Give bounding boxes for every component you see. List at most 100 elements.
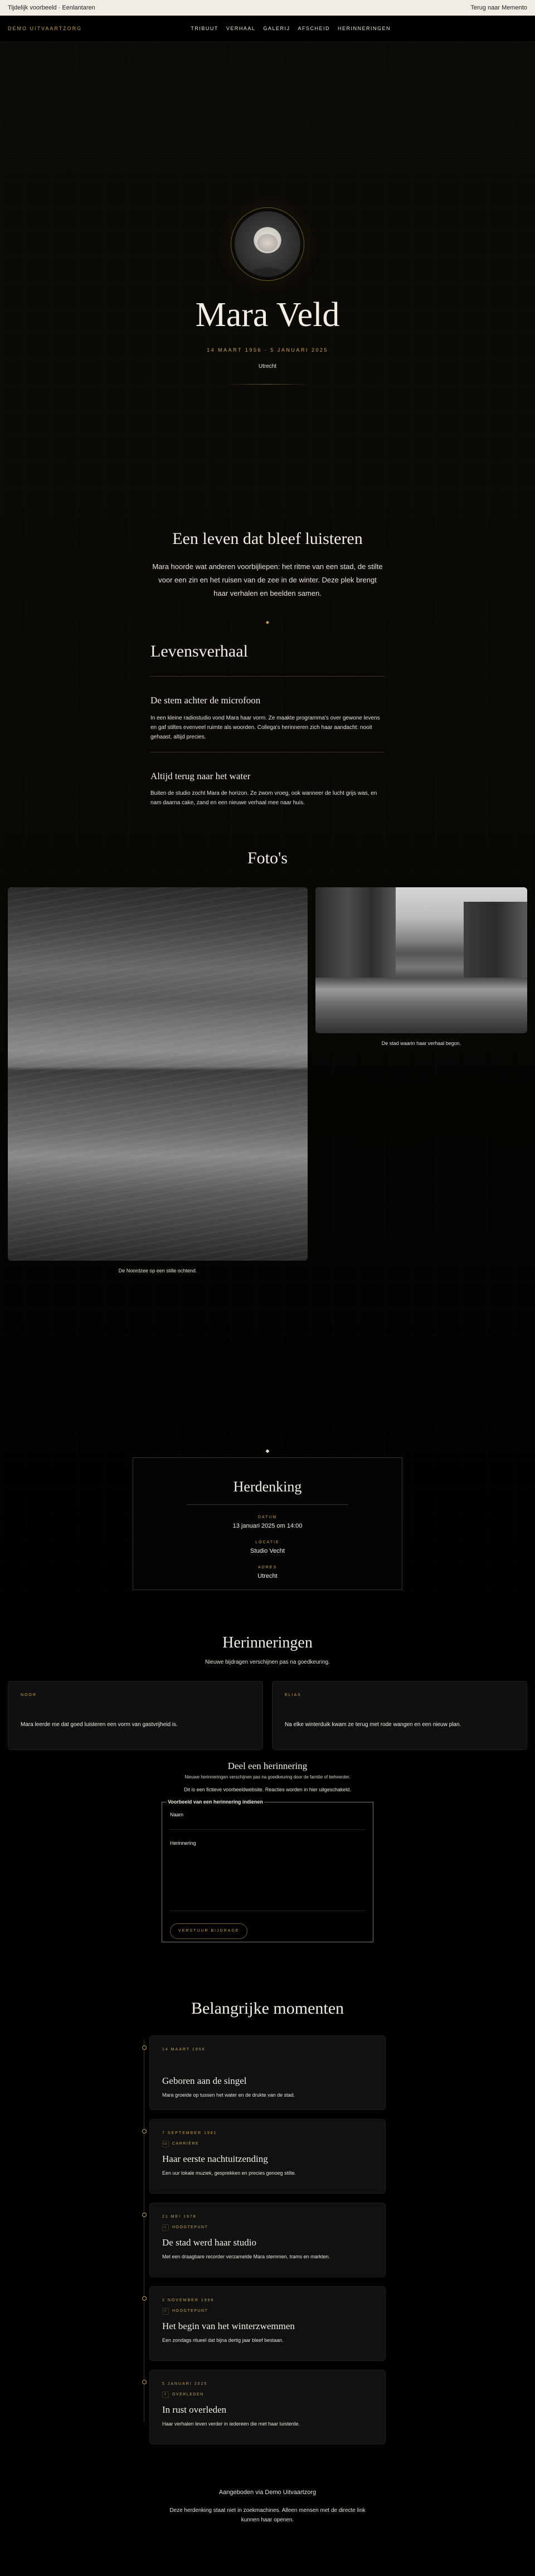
timeline-tag: ▭ Carrière xyxy=(162,2141,373,2147)
service-card: Herdenking Datum 13 januari 2025 om 14:0… xyxy=(133,1457,402,1590)
timeline-tag: ☆ Hoogtepunt xyxy=(162,2308,373,2315)
timeline-item: 21 mei 1978 ☆ Hoogtepunt De stad werd ha… xyxy=(140,2202,386,2277)
briefcase-icon: ▭ xyxy=(162,2141,169,2147)
sea-photo[interactable] xyxy=(8,887,308,1261)
name-field[interactable] xyxy=(170,1820,365,1830)
timeline-title: Belangrijke momenten xyxy=(191,1999,344,2018)
intro-section: Een leven dat bleef luisteren Mara hoord… xyxy=(0,444,535,639)
demo-note: Dit is een fictieve voorbeeldwebsite. Re… xyxy=(184,1787,351,1792)
timeline-dot xyxy=(142,2296,147,2301)
memory-text: Na elke winterduik kwam ze terug met rod… xyxy=(285,1722,461,1728)
timeline-date: 2 november 1996 xyxy=(162,2298,215,2302)
timeline-item: 5 januari 2025 ı Overleden In rust overl… xyxy=(140,2369,386,2444)
gallery-item[interactable]: De stad waarin haar verhaal begon. xyxy=(315,887,527,1311)
timeline-date: 14 maart 1956 xyxy=(162,2047,206,2052)
brand-logo[interactable]: Demo Uitvaartzorg xyxy=(8,25,82,33)
submit-memory-button[interactable]: Verstuur bijdrage xyxy=(170,1923,248,1939)
service-address: Utrecht xyxy=(257,1573,278,1579)
service-label-date: Datum xyxy=(257,1515,278,1519)
memory-text: Mara leerde me dat goed luisteren een vo… xyxy=(21,1722,178,1728)
timeline-event-title: Het begin van het winterzwemmen xyxy=(162,2321,295,2331)
memory-card: Elias Na elke winterduik kwam ze terug m… xyxy=(272,1680,527,1750)
timeline-event-text: Haar verhalen leven verder in iedereen d… xyxy=(162,2421,300,2427)
preview-label: Tijdelijk voorbeeld · Eenlantaren xyxy=(8,4,95,11)
timeline-card: 21 mei 1978 ☆ Hoogtepunt De stad werd ha… xyxy=(149,2202,386,2277)
timeline-card: 2 november 1996 ☆ Hoogtepunt Het begin v… xyxy=(149,2286,386,2361)
story-divider xyxy=(150,676,385,677)
intro-title: Een leven dat bleef luisteren xyxy=(172,529,363,548)
diamond-icon: ◆ xyxy=(265,1448,270,1454)
timeline-date: 21 mei 1978 xyxy=(162,2214,197,2219)
preview-bar: Tijdelijk voorbeeld · Eenlantaren Terug … xyxy=(0,0,535,16)
story-chapter: De stem achter de microfoon In een klein… xyxy=(150,693,385,742)
chapter-title: Altijd terug naar het water xyxy=(150,770,251,781)
chapter-text: Buiten de studio zocht Mara de horizon. … xyxy=(150,790,377,806)
memory-form: Voorbeeld van een herinnering indienen N… xyxy=(162,1798,373,1942)
timeline-date: 5 januari 2025 xyxy=(162,2381,208,2386)
moderation-note: Nieuwe herinneringen verschijnen pas na … xyxy=(184,1775,351,1780)
canal-photo[interactable] xyxy=(315,887,527,1033)
nav-link-afscheid[interactable]: Afscheid xyxy=(298,25,330,33)
intro-text: Mara hoorde wat anderen voorbijliepen: h… xyxy=(152,562,383,597)
timeline-dot xyxy=(142,2379,147,2384)
nav-link-tribuut[interactable]: Tribuut xyxy=(191,25,218,33)
memory-textarea[interactable] xyxy=(170,1849,365,1911)
timeline-event-title: De stad werd haar studio xyxy=(162,2237,257,2248)
timeline-item: 14 maart 1956 Geboren aan de singel Mara… xyxy=(140,2035,386,2110)
service-label-address: Adres xyxy=(257,1565,278,1569)
memory-author: Noor xyxy=(21,1693,37,1697)
chapter-text: In een kleine radiostudio vond Mara haar… xyxy=(150,715,380,740)
timeline-tag-label: Overleden xyxy=(172,2392,204,2397)
nav-link-herinneringen[interactable]: Herinneringen xyxy=(338,25,391,33)
service-label-location: Locatie xyxy=(255,1540,280,1544)
gallery-title: Foto's xyxy=(247,849,288,867)
footer-privacy-note: Deze herdenking staat niet in zoekmachin… xyxy=(169,2507,366,2523)
memories-title: Herinneringen xyxy=(222,1634,313,1651)
memory-label: Herinnering xyxy=(170,1840,196,1846)
timeline-section: Belangrijke momenten 14 maart 1956 Gebor… xyxy=(0,1942,535,2444)
page-footer: Aangeboden via Demo Uitvaartzorg Deze he… xyxy=(0,2453,535,2576)
timeline-event-title: Geboren aan de singel xyxy=(162,2076,247,2086)
deceased-name: Mara Veld xyxy=(195,296,340,334)
timeline-event-text: Mara groeide op tussen het water en de d… xyxy=(162,2092,295,2098)
back-to-memento-link[interactable]: Terug naar Memento xyxy=(471,3,528,13)
gallery-item[interactable]: De Noordzee op een stille ochtend. xyxy=(8,887,308,1311)
name-label: Naam xyxy=(170,1811,184,1817)
footer-provider: Aangeboden via Demo Uitvaartzorg xyxy=(218,2488,317,2496)
nav-link-galerij[interactable]: Galerij xyxy=(263,25,290,33)
story-chapter: Altijd terug naar het water Buiten de st… xyxy=(150,769,385,808)
portrait-photo xyxy=(235,211,300,277)
memories-section: Herinneringen Nieuwe bijdragen verschijn… xyxy=(0,1590,535,1942)
nav-link-verhaal[interactable]: Verhaal xyxy=(226,25,256,33)
service-divider xyxy=(187,1504,348,1505)
timeline-event-text: Een zondags ritueel dat bijna dertig jaa… xyxy=(162,2337,284,2343)
photo-caption: De Noordzee op een stille ochtend. xyxy=(118,1268,197,1274)
hometown: Utrecht xyxy=(258,363,277,370)
timeline-dot xyxy=(142,2045,147,2050)
photo-grid: De Noordzee op een stille ochtend. De st… xyxy=(0,887,535,1311)
diamond-icon: ◆ xyxy=(265,620,270,625)
timeline-event-title: Haar eerste nachtuitzending xyxy=(162,2154,268,2164)
nav-links: Tribuut Verhaal Galerij Afscheid Herinne… xyxy=(191,25,391,33)
timeline-card: 5 januari 2025 ı Overleden In rust overl… xyxy=(149,2369,386,2444)
timeline-tag-label: Hoogtepunt xyxy=(172,2225,208,2229)
star-icon: ☆ xyxy=(162,2308,169,2315)
timeline-item: 7 september 1981 ▭ Carrière Haar eerste … xyxy=(140,2118,386,2194)
timeline-card: 14 maart 1956 Geboren aan de singel Mara… xyxy=(149,2035,386,2110)
timeline-date: 7 september 1981 xyxy=(162,2131,217,2135)
chapter-title: De stem achter de microfoon xyxy=(150,695,261,706)
life-dates: 14 maart 1956 · 5 januari 2025 xyxy=(207,347,328,353)
memorial-service-section: ◆ Herdenking Datum 13 januari 2025 om 14… xyxy=(0,1447,535,1590)
memory-list: Noor Mara leerde me dat goed luisteren e… xyxy=(0,1680,535,1750)
timeline-dot xyxy=(142,2212,147,2217)
hero-section: Mara Veld 14 maart 1956 · 5 januari 2025… xyxy=(0,42,535,444)
story-title: Levensverhaal xyxy=(150,642,248,660)
share-title: Deel een herinnering xyxy=(227,1760,308,1771)
life-story-section: Levensverhaal De stem achter de microfoo… xyxy=(150,639,385,808)
hero-divider xyxy=(226,383,309,385)
main-nav: Demo Uitvaartzorg Tribuut Verhaal Galeri… xyxy=(0,16,535,42)
form-legend: Voorbeeld van een herinnering indienen xyxy=(167,1798,264,1806)
timeline-event-title: In rust overleden xyxy=(162,2404,227,2415)
memories-subtitle: Nieuwe bijdragen verschijnen pas na goed… xyxy=(205,1659,330,1665)
timeline-tag-label: Carrière xyxy=(172,2141,200,2146)
